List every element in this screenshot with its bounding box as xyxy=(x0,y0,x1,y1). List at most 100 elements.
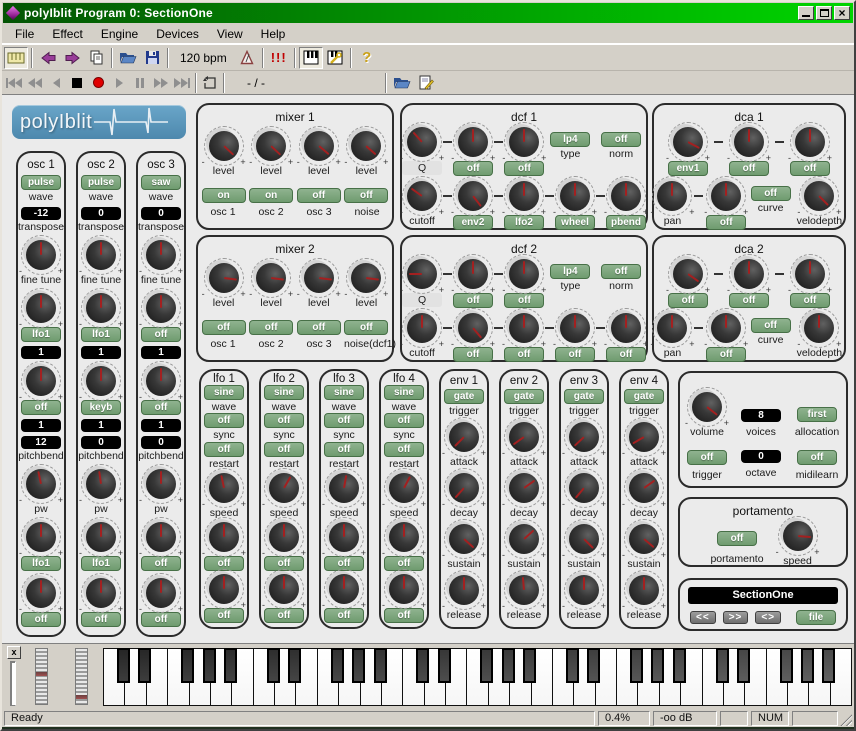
knob[interactable]: -+ xyxy=(143,363,179,399)
knob[interactable]: -+ xyxy=(455,310,491,346)
lcd-display[interactable]: 0 xyxy=(81,436,121,449)
fast-forward-button[interactable] xyxy=(151,73,171,93)
mod-select-button[interactable]: off xyxy=(790,293,830,308)
knob[interactable]: -+ xyxy=(206,128,242,164)
channel-switch-button[interactable]: off xyxy=(249,320,293,335)
knob[interactable]: -+ xyxy=(455,256,491,292)
step-back-button[interactable] xyxy=(46,73,66,93)
select-button[interactable]: saw xyxy=(141,175,181,190)
mod-select-button[interactable]: lfo2 xyxy=(504,215,544,230)
black-key[interactable] xyxy=(502,648,515,683)
knob[interactable]: -+ xyxy=(83,290,119,326)
knob[interactable]: -+ xyxy=(626,521,662,557)
knob[interactable]: -+ xyxy=(506,572,542,608)
load-midi-button[interactable] xyxy=(390,72,414,94)
black-key[interactable] xyxy=(716,648,729,683)
knob[interactable]: -+ xyxy=(386,519,422,555)
knob[interactable]: -+ xyxy=(566,521,602,557)
knob[interactable]: -+ xyxy=(801,178,837,214)
knob[interactable]: -+ xyxy=(206,571,242,607)
black-key[interactable] xyxy=(203,648,216,683)
knob[interactable]: -+ xyxy=(506,124,542,160)
select-button[interactable]: off xyxy=(324,413,364,428)
mod-select-button[interactable]: wheel xyxy=(555,215,595,230)
mod-select-button[interactable]: off xyxy=(729,161,769,176)
black-key[interactable] xyxy=(416,648,429,683)
black-key[interactable] xyxy=(267,648,280,683)
knob[interactable]: -+ xyxy=(143,466,179,502)
title-bar[interactable]: polyIblit Program 0: SectionOne × xyxy=(3,3,853,23)
black-key[interactable] xyxy=(801,648,814,683)
mod-select-button[interactable]: off xyxy=(606,347,646,362)
knob[interactable]: -+ xyxy=(266,519,302,555)
knob[interactable]: -+ xyxy=(506,470,542,506)
show-keyboard-button[interactable] xyxy=(299,47,323,69)
knob[interactable]: -+ xyxy=(566,470,602,506)
black-key[interactable] xyxy=(352,648,365,683)
portamento-switch-button[interactable]: off xyxy=(717,531,757,546)
knob[interactable]: -+ xyxy=(506,521,542,557)
pitch-wheel[interactable] xyxy=(35,648,48,705)
knob[interactable]: -+ xyxy=(23,575,59,611)
knob[interactable]: -+ xyxy=(557,310,593,346)
panic-button[interactable]: !!! xyxy=(267,47,291,69)
resize-grip[interactable] xyxy=(839,713,852,726)
lcd-display[interactable]: 0 xyxy=(141,436,181,449)
knob[interactable]: -+ xyxy=(266,571,302,607)
select-button[interactable]: off xyxy=(751,318,791,333)
knob[interactable]: -+ xyxy=(386,470,422,506)
select-button[interactable]: off xyxy=(324,442,364,457)
knob[interactable]: -+ xyxy=(301,128,337,164)
select-button[interactable]: off xyxy=(384,442,424,457)
select-button[interactable]: off xyxy=(384,413,424,428)
black-key[interactable] xyxy=(822,648,835,683)
menu-item-engine[interactable]: Engine xyxy=(92,25,147,43)
knob[interactable]: -+ xyxy=(708,310,744,346)
mod-select-button[interactable]: off xyxy=(81,612,121,627)
trigger-button[interactable]: off xyxy=(687,450,727,465)
black-key[interactable] xyxy=(673,648,686,683)
knob[interactable]: -+ xyxy=(792,256,828,292)
knob[interactable]: -+ xyxy=(654,310,690,346)
select-button[interactable]: pulse xyxy=(81,175,121,190)
lcd-display[interactable]: -12 xyxy=(21,207,61,220)
mod-select-button[interactable]: off xyxy=(504,293,544,308)
mod-select-button[interactable]: keyb xyxy=(81,400,121,415)
lcd-display[interactable]: 1 xyxy=(141,419,181,432)
black-key[interactable] xyxy=(651,648,664,683)
knob[interactable]: -+ xyxy=(143,237,179,273)
select-button[interactable]: sine xyxy=(264,385,304,400)
minimize-button[interactable] xyxy=(798,6,814,20)
select-button[interactable]: off xyxy=(204,442,244,457)
black-key[interactable] xyxy=(331,648,344,683)
knob[interactable]: -+ xyxy=(326,571,362,607)
knob[interactable]: -+ xyxy=(206,519,242,555)
loop-button[interactable] xyxy=(200,73,220,93)
select-button[interactable]: pulse xyxy=(21,175,61,190)
program-next-button[interactable]: >> xyxy=(723,611,749,624)
channel-switch-button[interactable]: off xyxy=(297,188,341,203)
channel-switch-button[interactable]: off xyxy=(344,188,388,203)
black-key[interactable] xyxy=(117,648,130,683)
select-button[interactable]: gate xyxy=(624,389,664,404)
select-button[interactable]: gate xyxy=(504,389,544,404)
mod-select-button[interactable]: off xyxy=(790,161,830,176)
mod-select-button[interactable]: off xyxy=(555,347,595,362)
black-key[interactable] xyxy=(630,648,643,683)
black-key[interactable] xyxy=(288,648,301,683)
record-button[interactable] xyxy=(88,73,108,93)
mod-select-button[interactable]: off xyxy=(668,293,708,308)
menu-item-effect[interactable]: Effect xyxy=(43,25,91,43)
knob[interactable]: -+ xyxy=(670,256,706,292)
knob[interactable]: -+ xyxy=(23,466,59,502)
allocation-button[interactable]: first xyxy=(797,407,837,422)
knob[interactable]: -+ xyxy=(326,470,362,506)
keyboard-grip[interactable] xyxy=(10,661,16,706)
mod-select-button[interactable]: off xyxy=(204,608,244,623)
knob[interactable]: -+ xyxy=(83,237,119,273)
mod-select-button[interactable]: off xyxy=(141,556,181,571)
knob[interactable]: -+ xyxy=(670,124,706,160)
select-button[interactable]: off xyxy=(601,264,641,279)
mod-select-button[interactable]: off xyxy=(453,293,493,308)
mod-select-button[interactable]: off xyxy=(706,215,746,230)
